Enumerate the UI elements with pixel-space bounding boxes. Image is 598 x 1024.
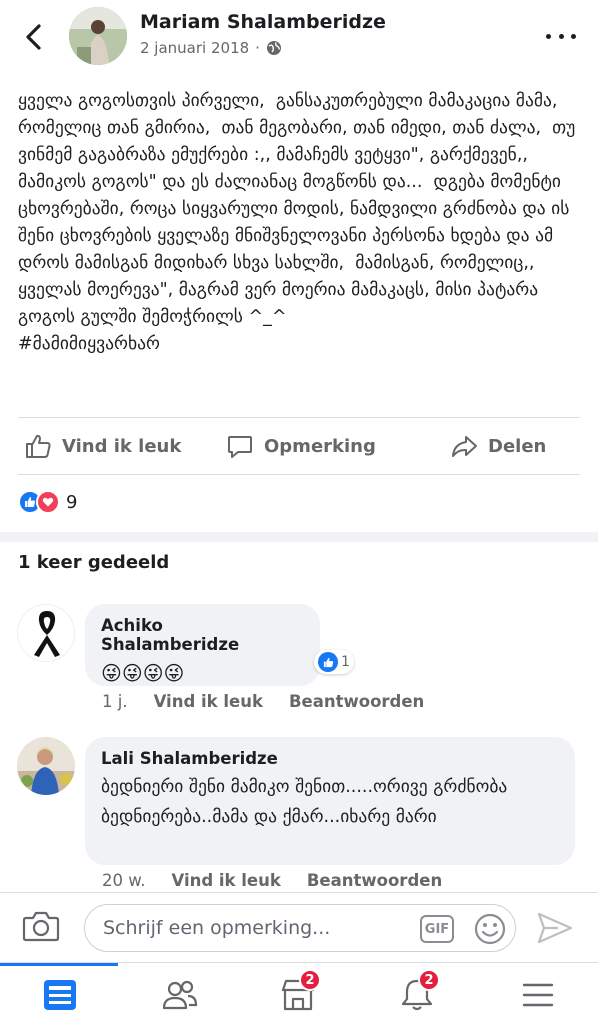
meta-separator: · [255,39,260,57]
share-icon [452,436,477,457]
love-reaction-icon [36,490,60,514]
post-header: Mariam Shalamberidze 2 januari 2018 · [0,0,598,78]
camera-button[interactable] [22,909,60,947]
comment-author[interactable]: Achiko Shalamberidze [101,616,304,654]
post-text: ყველა გოგოსთვის პირველი, განსაკუთრებული … [18,91,576,354]
reactions-summary[interactable]: 9 [18,490,77,514]
smiley-icon [474,913,506,945]
tab-marketplace[interactable]: 2 [273,969,323,1017]
comment-like-badge[interactable]: 1 [314,650,354,674]
post-actions: Vind ik leuk Opmerking Delen [0,418,598,474]
tab-friends[interactable] [155,973,205,1017]
thumbs-up-icon [26,434,51,458]
comment-reply-button[interactable]: Beantwoorden [289,692,424,711]
send-button[interactable] [536,911,574,949]
friends-icon [162,980,198,1010]
author-name[interactable]: Mariam Shalamberidze [140,11,386,33]
chevron-left-icon [26,24,41,50]
comment-reply-button[interactable]: Beantwoorden [307,871,442,890]
comment-meta: 20 w. Vind ik leuk Beantwoorden [102,871,442,890]
comment-text: 😜😜😜😜 [101,661,185,685]
comment-time[interactable]: 20 w. [102,871,145,890]
globe-icon [266,41,281,55]
divider [18,474,580,475]
dot-icon [571,33,576,39]
emoji-button[interactable] [473,912,507,950]
comment-composer: Schrijf een opmerking... GIF [0,892,598,962]
marketplace-badge: 2 [299,969,321,991]
tab-notifications[interactable]: 2 [392,969,442,1017]
comment-label: Opmerking [264,435,376,457]
avatar-photo [17,737,75,795]
gif-button[interactable]: GIF [420,915,454,943]
comment-icon [228,436,252,458]
dot-icon [546,33,551,39]
commenter-avatar[interactable] [17,737,75,795]
send-icon [537,912,573,944]
comment-bubble[interactable]: Lali Shalamberidze ბედნიერი შენი მამიკო … [85,737,575,865]
like-button[interactable]: Vind ik leuk [24,418,181,474]
commenter-avatar[interactable] [17,604,75,662]
dot-icon [558,33,564,39]
comment-bubble[interactable]: Achiko Shalamberidze 😜😜😜😜 [85,604,320,686]
section-separator [0,532,598,542]
like-label: Vind ik leuk [62,435,182,457]
back-button[interactable] [18,20,48,54]
comment-button[interactable]: Opmerking [226,418,376,474]
tab-news-feed[interactable] [35,973,85,1017]
comment-input[interactable]: Schrijf een opmerking... GIF [84,904,516,952]
share-button[interactable]: Delen [450,418,546,474]
comment-like-count: 1 [341,654,350,670]
news-feed-icon [44,980,76,1010]
avatar-photo [69,7,127,65]
comment-author[interactable]: Lali Shalamberidze [101,749,559,768]
more-options-button[interactable] [546,28,576,44]
like-reaction-icon [318,652,338,672]
black-ribbon-icon [18,605,74,661]
active-tab-indicator [0,963,118,966]
comment-placeholder: Schrijf een opmerking... [103,917,331,939]
bottom-navigation: 2 2 [0,962,598,1024]
author-avatar[interactable] [69,7,127,65]
camera-icon [22,911,60,942]
shares-count[interactable]: 1 keer gedeeld [18,552,169,573]
comment-text: ბედნიერი შენი მამიკო შენით.....ორივე გრძ… [101,777,508,827]
comment-time[interactable]: 1 j. [102,692,128,711]
comment-like-button[interactable]: Vind ik leuk [154,692,263,711]
post-date[interactable]: 2 januari 2018 [140,39,249,57]
share-label: Delen [488,435,547,457]
tab-menu[interactable] [513,973,563,1017]
notifications-badge: 2 [418,969,440,991]
hamburger-menu-icon [522,983,554,1007]
reaction-count: 9 [66,491,78,513]
comment-meta: 1 j. Vind ik leuk Beantwoorden [102,692,424,711]
comment-like-button[interactable]: Vind ik leuk [171,871,280,890]
post-meta: 2 januari 2018 · [140,39,282,57]
